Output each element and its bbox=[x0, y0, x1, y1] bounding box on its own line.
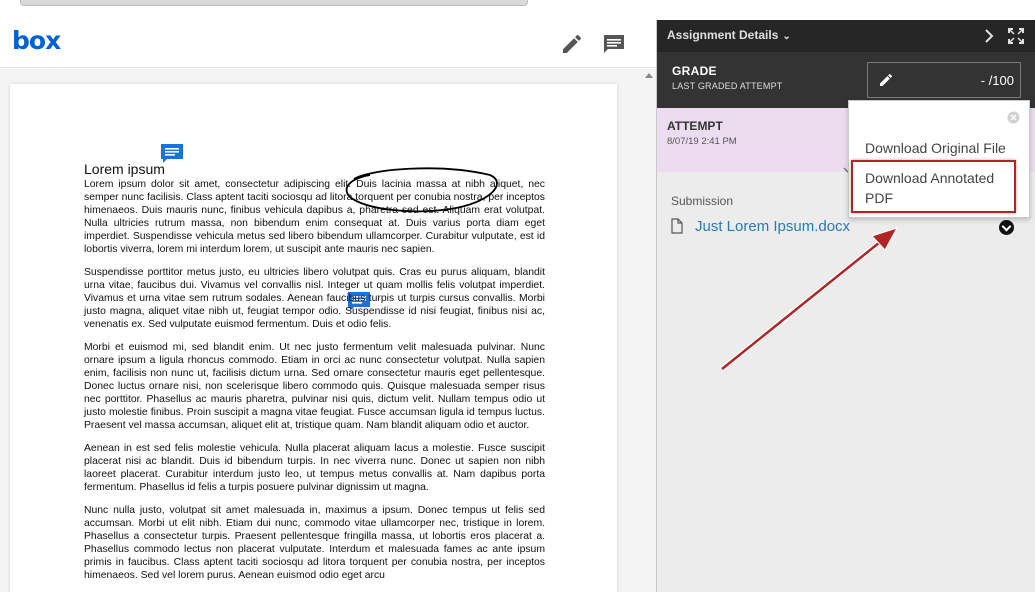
close-icon[interactable] bbox=[1007, 111, 1020, 124]
screen: box Lorem ipsum Lorem ipsum dolor sit am… bbox=[0, 0, 1035, 592]
chevron-down-icon: ⌄ bbox=[782, 31, 791, 42]
document-heading: Lorem ipsum bbox=[84, 161, 165, 177]
download-annotated-pdf-item[interactable]: Download Annotated PDF bbox=[865, 168, 1015, 208]
submission-file-link[interactable]: Just Lorem Ipsum.docx bbox=[695, 218, 850, 235]
panel-title[interactable]: Assignment Details ⌄ bbox=[667, 28, 791, 42]
panel-header: Assignment Details ⌄ bbox=[657, 20, 1035, 52]
panel-title-text: Assignment Details bbox=[667, 28, 779, 42]
document-paragraph: Nunc nulla justo, volutpat sit amet male… bbox=[84, 505, 545, 581]
chevron-down-icon[interactable] bbox=[999, 220, 1014, 235]
attempt-label: ATTEMPT bbox=[667, 119, 723, 133]
document-content: Lorem ipsum Lorem ipsum dolor sit amet, … bbox=[84, 160, 545, 592]
download-menu: Download Original File Download Annotate… bbox=[848, 100, 1030, 218]
attempt-date: 8/07/19 2:41 PM bbox=[667, 136, 737, 147]
scrollbar[interactable] bbox=[642, 69, 656, 592]
chevron-right-icon[interactable] bbox=[981, 27, 997, 45]
pencil-icon[interactable] bbox=[878, 72, 894, 88]
document-paragraph: Lorem ipsum dolor sit amet, consectetur … bbox=[84, 179, 545, 255]
document-paragraph: Morbi et euismod mi, sed blandit enim. U… bbox=[84, 342, 545, 431]
submission-label: Submission bbox=[671, 194, 734, 208]
document-paragraph: Aenean in est sed felis molestie vehicul… bbox=[84, 443, 545, 493]
grade-sub-label: LAST GRADED ATTEMPT bbox=[672, 81, 783, 91]
download-original-file-item[interactable]: Download Original File bbox=[865, 138, 1006, 158]
document-paragraph: Suspendisse porttitor metus justo, eu ul… bbox=[84, 267, 545, 330]
document-page: Lorem ipsum Lorem ipsum dolor sit amet, … bbox=[10, 84, 617, 592]
browser-tab-bar bbox=[20, 0, 528, 6]
grade-out-of: /100 bbox=[988, 73, 1014, 88]
comment-icon[interactable] bbox=[602, 32, 626, 56]
grade-label: GRADE bbox=[672, 64, 717, 78]
document-viewer[interactable]: Lorem ipsum Lorem ipsum dolor sit amet, … bbox=[0, 69, 656, 592]
file-icon bbox=[671, 218, 683, 234]
expand-icon[interactable] bbox=[1007, 27, 1025, 45]
box-logo: box bbox=[12, 26, 61, 55]
viewer-header: box bbox=[0, 20, 656, 68]
scroll-up-arrow-icon[interactable] bbox=[645, 73, 653, 78]
grade-input[interactable]: - /100 bbox=[867, 62, 1021, 98]
top-strip bbox=[0, 0, 656, 20]
grade-value: - /100 bbox=[981, 73, 1014, 88]
pencil-icon[interactable] bbox=[560, 32, 584, 56]
